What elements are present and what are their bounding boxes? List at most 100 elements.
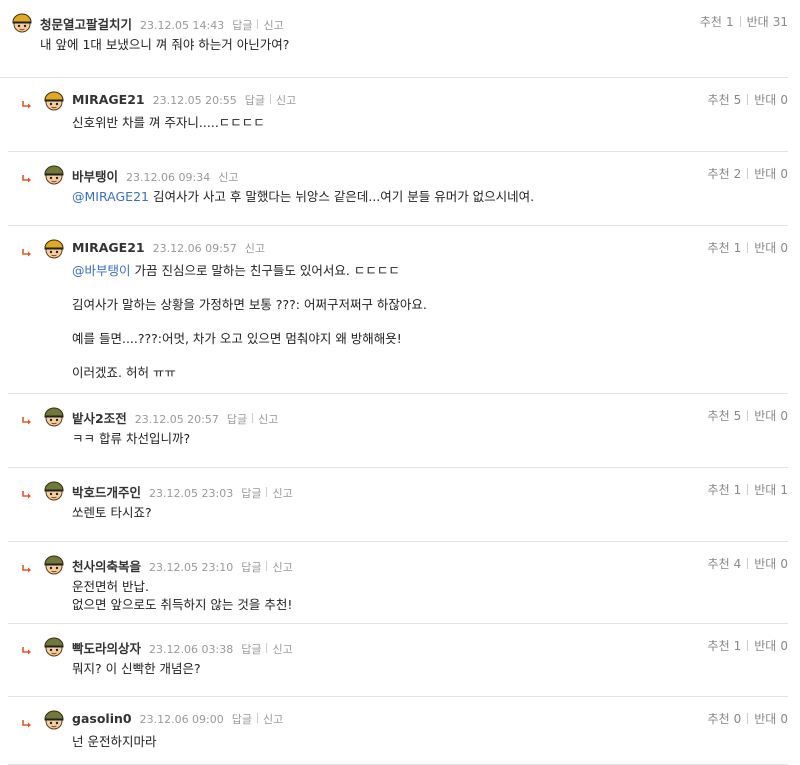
- comment-header: 밭사2조전 23.12.05 20:57 답글 신고: [72, 408, 278, 427]
- comment-line: @MIRAGE21 김여사가 사고 후 말했다는 뉘앙스 같은데...여기 분들…: [72, 188, 534, 206]
- comment-item: 바부탱이 23.12.06 09:34 신고 추천 2 반대 0 @MIRAGE21 김여사가…: [8, 152, 788, 226]
- report-button[interactable]: 신고: [272, 559, 292, 575]
- upvote-button[interactable]: 추천 2: [708, 167, 742, 181]
- avatar: [42, 478, 66, 502]
- upvote-label: 추천: [699, 15, 722, 29]
- reply-button[interactable]: 답글: [232, 711, 252, 727]
- comment-line: ㅋㅋ 합류 차선입니까?: [72, 430, 190, 448]
- downvote-count: 31: [772, 15, 788, 29]
- report-button[interactable]: 신고: [263, 17, 283, 33]
- comment-item: MIRAGE21 23.12.06 09:57 신고 추천 1 반대 0 @바부탱이 가끔 진…: [8, 226, 788, 394]
- author-nickname[interactable]: 박호드개주인: [72, 482, 141, 501]
- avatar: [42, 236, 66, 260]
- downvote-button[interactable]: 반대 0: [754, 93, 788, 107]
- upvote-button[interactable]: 추천 5: [708, 93, 742, 107]
- downvote-button[interactable]: 반대 0: [754, 241, 788, 255]
- upvote-label: 추천: [707, 409, 730, 423]
- comment-body: @MIRAGE21 김여사가 사고 후 말했다는 뉘앙스 같은데...여기 분들…: [72, 188, 534, 206]
- upvote-button[interactable]: 추천 1: [700, 15, 734, 29]
- comment-date: 23.12.05 20:57: [134, 413, 219, 426]
- comment-date: 23.12.06 09:57: [152, 242, 237, 255]
- report-button[interactable]: 신고: [263, 711, 283, 727]
- downvote-count: 0: [780, 167, 788, 181]
- comment-header: 박호드개주인 23.12.05 23:03 답글 신고: [72, 482, 293, 501]
- upvote-count: 1: [733, 483, 742, 497]
- report-button[interactable]: 신고: [258, 411, 278, 427]
- vote-box: 추천 1 반대 0: [708, 239, 788, 256]
- downvote-button[interactable]: 반대 0: [754, 167, 788, 181]
- reply-button[interactable]: 답글: [245, 92, 265, 108]
- upvote-button[interactable]: 추천 1: [708, 483, 742, 497]
- action-divider: [257, 19, 259, 29]
- downvote-button[interactable]: 반대 0: [754, 639, 788, 653]
- action-divider: [266, 643, 268, 653]
- comment-body: 넌 운전하지마라: [72, 733, 156, 751]
- comment-date: 23.12.05 23:03: [149, 487, 234, 500]
- comment-line: 쏘렌토 타시죠?: [72, 504, 152, 522]
- comment-item: 천사의축복을 23.12.05 23:10 답글 신고 추천 4 반대 0 운전면허 반납. 없으…: [8, 542, 788, 624]
- reply-arrow-icon: [22, 558, 32, 573]
- comment-text: 이러겠죠. 허허 ㅠㅠ: [72, 365, 176, 380]
- upvote-label: 추천: [707, 557, 730, 571]
- author-nickname[interactable]: 천사의축복을: [72, 556, 141, 575]
- report-button[interactable]: 신고: [245, 240, 265, 256]
- report-button[interactable]: 신고: [276, 92, 296, 108]
- comment-item: 청문열고팔걸치기 23.12.05 14:43 답글 신고 추천 1 반대 31 내 앞에 1대…: [0, 0, 788, 78]
- mention-link[interactable]: @MIRAGE21: [72, 189, 149, 204]
- comment-item: 밭사2조전 23.12.05 20:57 답글 신고 추천 5 반대 0 ㅋㅋ 합류 차선입니까…: [8, 394, 788, 468]
- upvote-count: 2: [733, 167, 742, 181]
- report-button[interactable]: 신고: [272, 485, 292, 501]
- reply-button[interactable]: 답글: [241, 559, 261, 575]
- vote-box: 추천 5 반대 0: [708, 407, 788, 424]
- vote-box: 추천 1 반대 31: [700, 13, 788, 30]
- comment-line: 내 앞에 1대 보냈으니 껴 줘야 하는거 아닌가여?: [40, 36, 289, 54]
- author-nickname[interactable]: MIRAGE21: [72, 92, 145, 107]
- avatar: [42, 552, 66, 576]
- comment-text: 신호위반 차를 껴 주자니.....ㄷㄷㄷㄷ: [72, 115, 265, 130]
- upvote-button[interactable]: 추천 5: [708, 409, 742, 423]
- author-nickname[interactable]: 빡도라의상자: [72, 638, 141, 657]
- downvote-button[interactable]: 반대 31: [747, 15, 788, 29]
- action-divider: [266, 487, 268, 497]
- upvote-label: 추천: [707, 639, 730, 653]
- comment-body: ㅋㅋ 합류 차선입니까?: [72, 430, 190, 448]
- upvote-button[interactable]: 추천 0: [708, 712, 742, 726]
- vote-box: 추천 0 반대 0: [708, 710, 788, 727]
- upvote-button[interactable]: 추천 1: [708, 241, 742, 255]
- action-divider: [270, 94, 272, 104]
- report-button[interactable]: 신고: [218, 169, 238, 185]
- author-nickname[interactable]: 밭사2조전: [72, 408, 127, 427]
- downvote-button[interactable]: 반대 0: [754, 557, 788, 571]
- vote-box: 추천 4 반대 0: [708, 555, 788, 572]
- author-nickname[interactable]: MIRAGE21: [72, 240, 145, 255]
- reply-button[interactable]: 답글: [241, 641, 261, 657]
- downvote-count: 0: [780, 712, 788, 726]
- report-button[interactable]: 신고: [272, 641, 292, 657]
- comment-body: 운전면허 반납. 없으면 앞으로도 취득하지 않는 것을 추천!: [72, 578, 292, 614]
- comment-header: 바부탱이 23.12.06 09:34 신고: [72, 166, 238, 185]
- downvote-button[interactable]: 반대 0: [754, 712, 788, 726]
- comment-body: 내 앞에 1대 보냈으니 껴 줘야 하는거 아닌가여?: [40, 36, 289, 54]
- reply-arrow-icon: [22, 410, 32, 425]
- reply-button[interactable]: 답글: [232, 17, 252, 33]
- upvote-count: 0: [733, 712, 742, 726]
- author-nickname[interactable]: gasolin0: [72, 711, 132, 726]
- upvote-count: 1: [725, 15, 734, 29]
- comment-text: 김여사가 사고 후 말했다는 뉘앙스 같은데...여기 분들 유머가 없으시네여…: [148, 189, 535, 204]
- upvote-button[interactable]: 추천 1: [708, 639, 742, 653]
- reply-button[interactable]: 답글: [227, 411, 247, 427]
- author-nickname[interactable]: 바부탱이: [72, 166, 118, 185]
- author-nickname[interactable]: 청문열고팔걸치기: [40, 14, 132, 33]
- downvote-count: 1: [780, 483, 788, 497]
- downvote-button[interactable]: 반대 0: [754, 409, 788, 423]
- upvote-button[interactable]: 추천 4: [708, 557, 742, 571]
- vote-box: 추천 1 반대 0: [708, 637, 788, 654]
- comment-line: 운전면허 반납.: [72, 578, 292, 596]
- downvote-count: 0: [780, 639, 788, 653]
- mention-link[interactable]: @바부탱이: [72, 263, 131, 278]
- comment-header: MIRAGE21 23.12.05 20:55 답글 신고: [72, 92, 296, 108]
- upvote-count: 4: [733, 557, 742, 571]
- reply-button[interactable]: 답글: [241, 485, 261, 501]
- downvote-button[interactable]: 반대 1: [754, 483, 788, 497]
- comment-line: 예를 들면....???:어멋, 차가 오고 있으면 멈춰야지 왜 방해해욧!: [72, 330, 427, 348]
